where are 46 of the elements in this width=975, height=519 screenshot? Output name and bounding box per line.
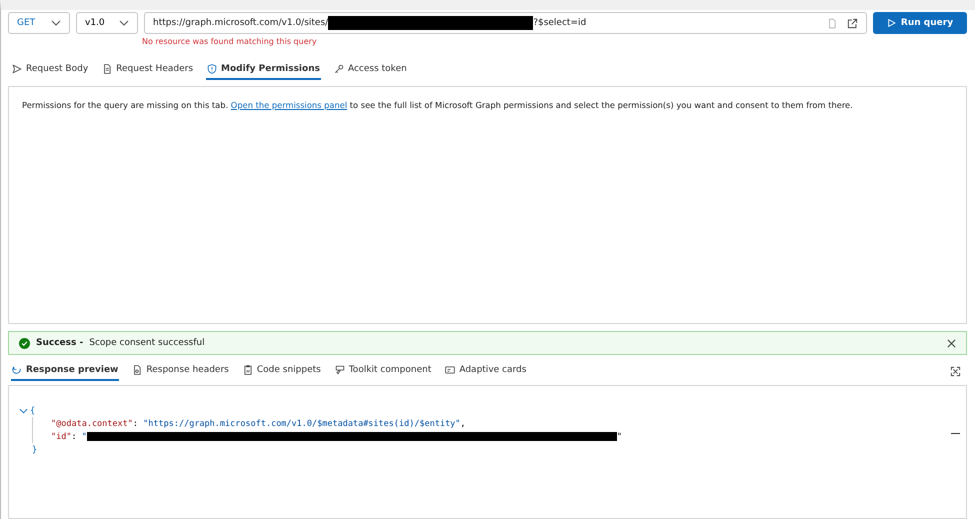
json-key: "@odata.context" bbox=[51, 418, 133, 428]
close-icon[interactable] bbox=[947, 338, 956, 348]
json-colon: : bbox=[71, 432, 77, 442]
request-tab[interactable]: Modify Permissions bbox=[206, 60, 321, 80]
success-icon bbox=[19, 338, 30, 348]
json-value: " bbox=[82, 432, 87, 442]
json-punctuation: " bbox=[616, 432, 622, 442]
json-key: "id" bbox=[51, 432, 72, 442]
request-tab[interactable]: Request Body bbox=[11, 60, 90, 80]
preview-icon bbox=[12, 365, 22, 375]
permissions-message: Permissions for the query are missing on this tab. Open the permissions panel to see the full list of Microsoft Graph permissions and select the permission(s) you want and consent to them from there. bbox=[22, 100, 854, 110]
play-icon bbox=[886, 18, 896, 28]
chevron-down-icon bbox=[119, 20, 129, 26]
response-tab[interactable]: Code snippets bbox=[242, 361, 322, 381]
permissions-panel-link[interactable]: Open the permissions panel bbox=[230, 100, 348, 110]
json-brace: } bbox=[32, 444, 38, 454]
response-tab[interactable]: Toolkit component bbox=[334, 361, 432, 381]
json-punctuation: , bbox=[460, 418, 466, 428]
send-icon bbox=[12, 64, 22, 74]
run-query-button[interactable]: Run query bbox=[873, 12, 967, 34]
wrench-icon bbox=[334, 365, 345, 375]
method-select[interactable]: GET bbox=[8, 12, 70, 34]
request-tab[interactable]: Request Headers bbox=[101, 60, 194, 80]
url-error-message: No resource was found matching this query bbox=[142, 37, 318, 46]
share-icon[interactable] bbox=[847, 18, 858, 28]
json-value: "https://graph.microsoft.com/v1.0/$metadata#sites(id)/$entity" bbox=[143, 418, 460, 428]
url-field[interactable]: https://graph.microsoft.com/v1.0/sites/ ?$select=id bbox=[144, 12, 867, 34]
clipboard-icon bbox=[242, 365, 253, 375]
response-tab[interactable]: Adaptive cards bbox=[444, 361, 528, 381]
success-title: Success - bbox=[36, 338, 84, 348]
response-tab[interactable]: Response preview bbox=[11, 361, 120, 381]
chevron-down-icon bbox=[51, 20, 61, 26]
version-select[interactable]: v1.0 bbox=[76, 12, 138, 34]
json-colon: : bbox=[132, 418, 138, 428]
expand-icon[interactable] bbox=[950, 366, 961, 376]
response-tab[interactable]: Response headers bbox=[131, 361, 230, 381]
card-icon bbox=[445, 365, 456, 375]
json-brace: { bbox=[30, 406, 36, 416]
collapse-chevron-icon[interactable] bbox=[19, 408, 28, 414]
headers-icon bbox=[132, 365, 142, 375]
request-tab[interactable]: Access token bbox=[332, 60, 408, 80]
document-icon[interactable] bbox=[827, 18, 837, 28]
document-icon bbox=[102, 64, 112, 74]
success-message: Scope consent successful bbox=[89, 338, 206, 348]
key-icon bbox=[334, 64, 344, 74]
shield-icon bbox=[207, 64, 218, 74]
